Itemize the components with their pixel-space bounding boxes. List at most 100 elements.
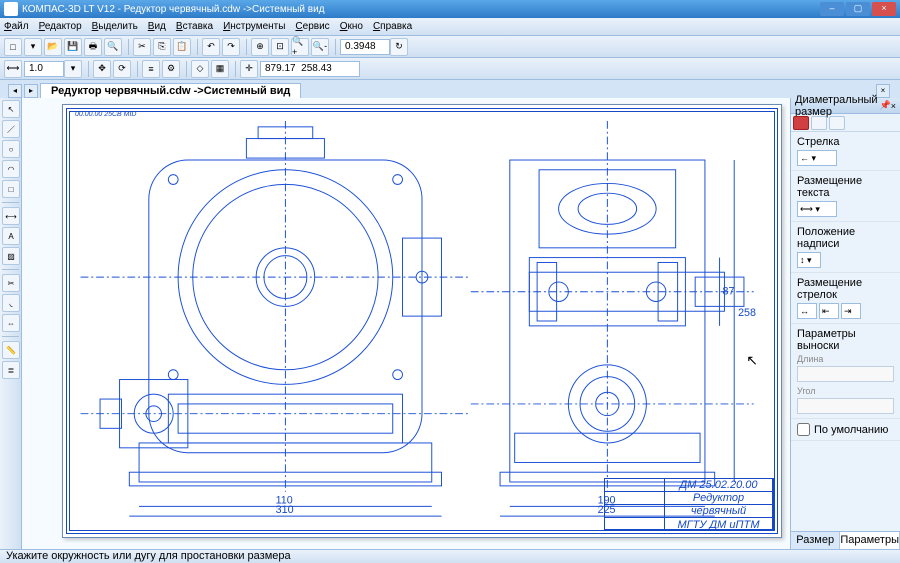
svg-text:258: 258: [738, 307, 756, 319]
dimension-tool[interactable]: ⟷: [2, 207, 20, 225]
tab-prev[interactable]: ◂: [8, 84, 22, 98]
separator: [197, 39, 198, 55]
copy-button[interactable]: ⎘: [153, 38, 171, 56]
props-button[interactable]: ⚙: [162, 60, 180, 78]
document-tab[interactable]: Редуктор червячный.cdw ->Системный вид: [40, 83, 301, 98]
section-textplace: Размещение текста ⟷ ▾: [791, 171, 900, 222]
separator: [246, 39, 247, 55]
maximize-button[interactable]: ▢: [846, 2, 870, 16]
default-checkbox[interactable]: [797, 423, 810, 436]
zoom-window-button[interactable]: ⊕: [251, 38, 269, 56]
minimize-button[interactable]: –: [820, 2, 844, 16]
menu-help[interactable]: Справка: [373, 21, 412, 32]
cut-button[interactable]: ✂: [133, 38, 151, 56]
pointer-tool[interactable]: ↖: [2, 100, 20, 118]
labelpos-dropdown[interactable]: ↕ ▾: [797, 252, 821, 268]
separator: [88, 61, 89, 77]
statusbar: Укажите окружность или дугу для простано…: [0, 549, 900, 563]
preview-button[interactable]: 🔍: [104, 38, 122, 56]
coords-field[interactable]: [260, 61, 360, 77]
zoom-fit-button[interactable]: ⊡: [271, 38, 289, 56]
text-tool[interactable]: A: [2, 227, 20, 245]
help-button[interactable]: [829, 116, 845, 130]
circle-tool[interactable]: ○: [2, 140, 20, 158]
paper: 00.00.00 25СВ МID: [62, 104, 782, 538]
arrowplace-1[interactable]: ↔: [797, 303, 817, 319]
label-textplace: Размещение текста: [797, 175, 894, 199]
close-button[interactable]: ×: [872, 2, 896, 16]
app-icon: [4, 2, 18, 16]
panel-close-icon[interactable]: ×: [891, 101, 896, 111]
drawing-canvas[interactable]: 00.00.00 25СВ МID: [22, 98, 790, 549]
arrowplace-2[interactable]: ⇤: [819, 303, 839, 319]
arrow-style-dropdown[interactable]: ← ▾: [797, 150, 837, 166]
refresh-button[interactable]: ↻: [390, 38, 408, 56]
redo-button[interactable]: ↷: [222, 38, 240, 56]
title-block: ДМ 25.02.20.00 Редуктор червячный МГТУ Д…: [604, 478, 774, 530]
pin-icon[interactable]: 📌: [880, 100, 891, 111]
separator: [186, 61, 187, 77]
zoom-out-button[interactable]: 🔍-: [311, 38, 329, 56]
undo-button[interactable]: ↶: [202, 38, 220, 56]
arrowplace-3[interactable]: ⇥: [841, 303, 861, 319]
save-button[interactable]: 💾: [64, 38, 82, 56]
drawing-code: ДМ 25.02.20.00: [665, 479, 773, 491]
label-labelpos: Положение надписи: [797, 226, 894, 250]
separator: [335, 39, 336, 55]
mirror-tool[interactable]: ⇔: [2, 314, 20, 332]
tab-dimension[interactable]: Размер: [791, 532, 840, 549]
paste-button[interactable]: 📋: [173, 38, 191, 56]
zoom-in-button[interactable]: 🔍+: [291, 38, 309, 56]
cancel-button[interactable]: [811, 116, 827, 130]
menu-file[interactable]: Файл: [4, 21, 29, 32]
menu-edit[interactable]: Редактор: [39, 21, 82, 32]
menu-select[interactable]: Выделить: [92, 21, 138, 32]
open-button[interactable]: 📂: [44, 38, 62, 56]
menu-service[interactable]: Сервис: [295, 21, 329, 32]
apply-button[interactable]: [793, 116, 809, 130]
scale-dropdown[interactable]: ▾: [64, 60, 82, 78]
angle-input[interactable]: [797, 398, 894, 414]
layers-tool[interactable]: ≣: [2, 361, 20, 379]
menu-window[interactable]: Окно: [340, 21, 363, 32]
menu-insert[interactable]: Вставка: [176, 21, 213, 32]
pan-button[interactable]: ✥: [93, 60, 111, 78]
textplace-dropdown[interactable]: ⟷ ▾: [797, 201, 837, 217]
section-default: По умолчанию: [791, 419, 900, 441]
section-arrowplace: Размещение стрелок ↔ ⇤ ⇥: [791, 273, 900, 324]
fillet-tool[interactable]: ◟: [2, 294, 20, 312]
layer-button[interactable]: ≡: [142, 60, 160, 78]
document-tab-label: Редуктор червячный.cdw ->Системный вид: [51, 85, 290, 97]
coord-icon: ✛: [240, 60, 258, 78]
measure-tool[interactable]: 📏: [2, 341, 20, 359]
label-leader: Параметры выноски: [797, 328, 894, 352]
dim-tool1[interactable]: ⟷: [4, 60, 22, 78]
length-input[interactable]: [797, 366, 894, 382]
zoom-field[interactable]: [340, 39, 390, 55]
new-dropdown[interactable]: ▾: [24, 38, 42, 56]
hatch-tool[interactable]: ▨: [2, 247, 20, 265]
separator: [137, 61, 138, 77]
rect-tool[interactable]: □: [2, 180, 20, 198]
snap-button[interactable]: ◇: [191, 60, 209, 78]
rotate-button[interactable]: ⟳: [113, 60, 131, 78]
properties-panel: Диаметральный размер 📌 × Стрелка ← ▾ Раз…: [790, 98, 900, 549]
print-button[interactable]: 🖶: [84, 38, 102, 56]
svg-text:310: 310: [276, 504, 294, 516]
trim-tool[interactable]: ✂: [2, 274, 20, 292]
line-tool[interactable]: ／: [2, 120, 20, 138]
new-button[interactable]: □: [4, 38, 22, 56]
menu-tools[interactable]: Инструменты: [223, 21, 285, 32]
separator: [128, 39, 129, 55]
panel-tabs: Размер Параметры: [791, 531, 900, 549]
arc-tool[interactable]: ◠: [2, 160, 20, 178]
menu-view[interactable]: Вид: [148, 21, 166, 32]
scale-field[interactable]: [24, 61, 64, 77]
toolbar-standard: □ ▾ 📂 💾 🖶 🔍 ✂ ⎘ 📋 ↶ ↷ ⊕ ⊡ 🔍+ 🔍- ↻: [0, 36, 900, 58]
tab-parameters[interactable]: Параметры: [840, 532, 900, 549]
grid-button[interactable]: ▦: [211, 60, 229, 78]
label-angle: Угол: [797, 386, 894, 396]
tab-next[interactable]: ▸: [24, 84, 38, 98]
drawing-org: МГТУ ДМ иПТМ: [665, 518, 773, 531]
section-arrow: Стрелка ← ▾: [791, 132, 900, 171]
